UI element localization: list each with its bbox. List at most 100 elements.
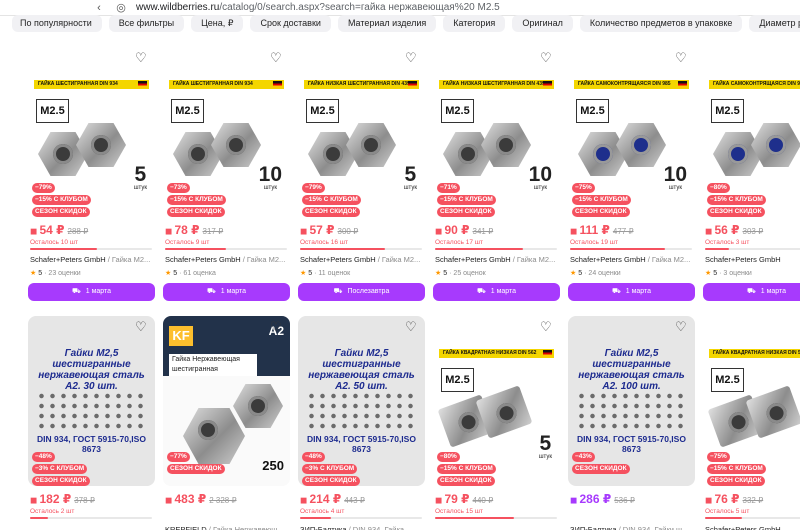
filter-chip[interactable]: Диаметр резьбы, мм xyxy=(749,15,800,32)
product-image[interactable]: ГАЙКА ШЕСТИГРАННАЯ DIN 934 M2.5 5 штук ♡ −79%… xyxy=(28,47,155,217)
stock-bar xyxy=(30,517,152,519)
stock-bar-fill xyxy=(300,517,331,519)
size-label: M2.5 xyxy=(171,99,204,123)
stock-left: Осталось 9 шт xyxy=(165,239,210,246)
stock-bar xyxy=(570,248,692,250)
wallet-icon: ◼ xyxy=(300,226,308,236)
kf-logo: KF xyxy=(169,326,193,346)
product-card[interactable]: ГАЙКА САМОКОНТРЯЩАЯСЯ DIN 985M2.5♡−80%−1… xyxy=(703,47,800,301)
product-image[interactable]: Гайки M2,5 шестигранные нержавеющая стал… xyxy=(28,316,155,486)
heart-icon[interactable]: ♡ xyxy=(675,320,688,333)
product-title[interactable]: Schafer+Peters GmbH xyxy=(705,525,800,530)
product-card[interactable]: ГАЙКА ШЕСТИГРАННАЯ DIN 934 M2.5 5 штук ♡ −79%… xyxy=(28,47,155,301)
product-card[interactable]: ГАЙКА ШЕСТИГРАННАЯ DIN 934 M2.5 10 штук ♡ −73… xyxy=(163,47,290,301)
add-to-cart-button[interactable]: ⛟ Послезавтра xyxy=(298,283,425,301)
product-image[interactable]: ГАЙКА НИЗКАЯ ШЕСТИГРАННАЯ DIN 439 M2.5 5 шт… xyxy=(298,47,425,217)
stock-bar-fill xyxy=(705,517,742,519)
heart-icon[interactable]: ♡ xyxy=(540,320,553,333)
old-price: 303 ₽ xyxy=(742,227,764,236)
product-image[interactable]: ГАЙКА САМОКОНТРЯЩАЯСЯ DIN 985 M2.5 10 штук ♡… xyxy=(568,47,695,217)
heart-icon[interactable]: ♡ xyxy=(270,51,283,64)
product-card[interactable]: Гайки M2,5 шестигранные нержавеющая стал… xyxy=(28,316,155,519)
price: ◼ 54 ₽288 ₽ xyxy=(30,223,88,237)
add-to-cart-button[interactable]: ⛟ 1 марта xyxy=(433,283,560,301)
product-banner: ГАЙКА САМОКОНТРЯЩАЯСЯ DIN 985 xyxy=(574,80,689,89)
price: ◼ 76 ₽332 ₽ xyxy=(705,492,763,506)
price: ◼ 56 ₽303 ₽ xyxy=(705,223,763,237)
product-banner: ГАЙКА КВАДРАТНАЯ НИЗКАЯ DIN 562 xyxy=(439,349,554,358)
filter-chip[interactable]: Срок доставки xyxy=(250,15,331,32)
wallet-icon: ◼ xyxy=(165,226,173,236)
stock-bar-fill xyxy=(570,248,666,250)
kf-title: Гайка Нержавеющая шестигранная xyxy=(169,354,257,376)
heart-icon[interactable]: ♡ xyxy=(270,320,283,333)
pack-count: 5 штук xyxy=(539,433,552,460)
product-card[interactable]: KF A2 Гайка Нержавеющая шестигранная 250 ♡ −7… xyxy=(163,316,290,530)
heart-icon[interactable]: ♡ xyxy=(540,51,553,64)
product-image[interactable]: ГАЙКА САМОКОНТРЯЩАЯСЯ DIN 985M2.5♡−80%−1… xyxy=(703,47,800,217)
product-card[interactable]: ГАЙКА НИЗКАЯ ШЕСТИГРАННАЯ DIN 439 M2.5 10 ш… xyxy=(433,47,560,301)
flag-icon xyxy=(273,81,282,88)
filter-chip[interactable]: Цена, ₽ xyxy=(191,15,244,32)
product-image-title: Гайки M2,5 шестигранные нержавеющая стал… xyxy=(38,348,145,392)
old-price: 332 ₽ xyxy=(742,496,764,505)
heart-icon[interactable]: ♡ xyxy=(405,51,418,64)
product-title[interactable]: ЗИП-Балтика / DIN 934. Гайки ш... xyxy=(570,525,695,530)
discount-badge: −73% xyxy=(167,183,190,193)
delivery-date: 1 марта xyxy=(85,288,112,295)
stock-left: Осталось 15 шт xyxy=(435,508,483,515)
heart-icon[interactable]: ♡ xyxy=(135,320,148,333)
old-price: 288 ₽ xyxy=(67,227,89,236)
product-image[interactable]: ГАЙКА КВАДРАТНАЯ НИЗКАЯ DIN 562 M2.5 5 штук… xyxy=(433,316,560,486)
add-to-cart-button[interactable]: ⛟ 1 марта xyxy=(568,283,695,301)
add-to-cart-button[interactable]: ⛟ 1 марта xyxy=(163,283,290,301)
brand-name: Schafer+Peters GmbH xyxy=(300,255,376,264)
url-text[interactable]: www.wildberries.ru/catalog/0/search.aspx… xyxy=(136,2,500,13)
filter-chip[interactable]: Оригинал xyxy=(512,15,573,32)
add-to-cart-button[interactable]: ⛟ 1 марта xyxy=(28,283,155,301)
product-card[interactable]: ГАЙКА НИЗКАЯ ШЕСТИГРАННАЯ DIN 439 M2.5 5 шт… xyxy=(298,47,425,301)
product-title[interactable]: Schafer+Peters GmbH / Гайка M2... xyxy=(165,255,290,264)
product-image[interactable]: ГАЙКА КВАДРАТНАЯ НИЗКАЯ DIN 562M2.5♡−75%… xyxy=(703,316,800,486)
product-image[interactable]: KF A2 Гайка Нержавеющая шестигранная 250 ♡ −7… xyxy=(163,316,290,486)
heart-icon[interactable]: ♡ xyxy=(675,51,688,64)
stock-bar xyxy=(705,248,800,250)
filter-chip[interactable]: Все фильтры xyxy=(108,15,185,32)
product-image[interactable]: Гайки M2,5 шестигранные нержавеющая стал… xyxy=(298,316,425,486)
product-card[interactable]: Гайки M2,5 шестигранные нержавеющая стал… xyxy=(298,316,425,530)
stock-bar xyxy=(165,248,287,250)
product-image[interactable]: Гайки M2,5 шестигранные нержавеющая стал… xyxy=(568,316,695,486)
product-name: / DIN 934. Гайка... xyxy=(346,525,411,530)
product-title[interactable]: ЗИП-Балтика / DIN 934. Гайка... xyxy=(300,525,425,530)
product-image[interactable]: ГАЙКА НИЗКАЯ ШЕСТИГРАННАЯ DIN 439 M2.5 10 ш… xyxy=(433,47,560,217)
heart-icon[interactable]: ♡ xyxy=(405,320,418,333)
product-card[interactable]: ГАЙКА САМОКОНТРЯЩАЯСЯ DIN 985 M2.5 10 штук ♡… xyxy=(568,47,695,301)
rating: ★ 5 · 25 оценок xyxy=(435,269,486,277)
discount-badge: −75% xyxy=(572,183,595,193)
filter-chip[interactable]: Количество предметов в упаковке xyxy=(579,15,743,32)
chevron-left-icon[interactable]: ‹ xyxy=(92,2,106,14)
product-title[interactable]: Schafer+Peters GmbH / Гайка M2... xyxy=(30,255,155,264)
club-badge: −15% С КЛУБОМ xyxy=(167,195,226,205)
filter-chip[interactable]: Категория xyxy=(443,15,506,32)
cart-icon: ⛟ xyxy=(611,288,621,295)
product-card[interactable]: ГАЙКА КВАДРАТНАЯ НИЗКАЯ DIN 562M2.5♡−75%… xyxy=(703,316,800,530)
product-title[interactable]: Schafer+Peters GmbH / Гайка M2... xyxy=(570,255,695,264)
heart-icon[interactable]: ♡ xyxy=(135,51,148,64)
add-to-cart-button[interactable]: ⛟ 1 марта xyxy=(703,283,800,301)
filter-chip[interactable]: По популярности xyxy=(12,15,102,32)
product-title[interactable]: Schafer+Peters GmbH / Гайка M2... xyxy=(435,255,560,264)
brand-name: Schafer+Peters GmbH xyxy=(705,255,781,264)
product-title[interactable]: Schafer+Peters GmbH / Гайка M2... xyxy=(300,255,425,264)
product-title[interactable]: Schafer+Peters GmbH xyxy=(705,255,800,264)
club-badge: −3% С КЛУБОМ xyxy=(302,464,358,474)
club-badge: −15% С КЛУБОМ xyxy=(437,195,496,205)
filter-chip[interactable]: Материал изделия xyxy=(337,15,437,32)
club-badge: −15% С КЛУБОМ xyxy=(707,195,766,205)
stock-bar xyxy=(300,248,422,250)
product-card[interactable]: Гайки M2,5 шестигранные нержавеющая стал… xyxy=(568,316,695,530)
product-image[interactable]: ГАЙКА ШЕСТИГРАННАЯ DIN 934 M2.5 10 штук ♡ −73… xyxy=(163,47,290,217)
product-title[interactable]: KREPFIELD / Гайка Нержавеющ... xyxy=(165,525,290,530)
address-bar[interactable]: ‹ ◎ www.wildberries.ru/catalog/0/search.… xyxy=(0,0,800,16)
product-card[interactable]: ГАЙКА КВАДРАТНАЯ НИЗКАЯ DIN 562 M2.5 5 штук… xyxy=(433,316,560,519)
